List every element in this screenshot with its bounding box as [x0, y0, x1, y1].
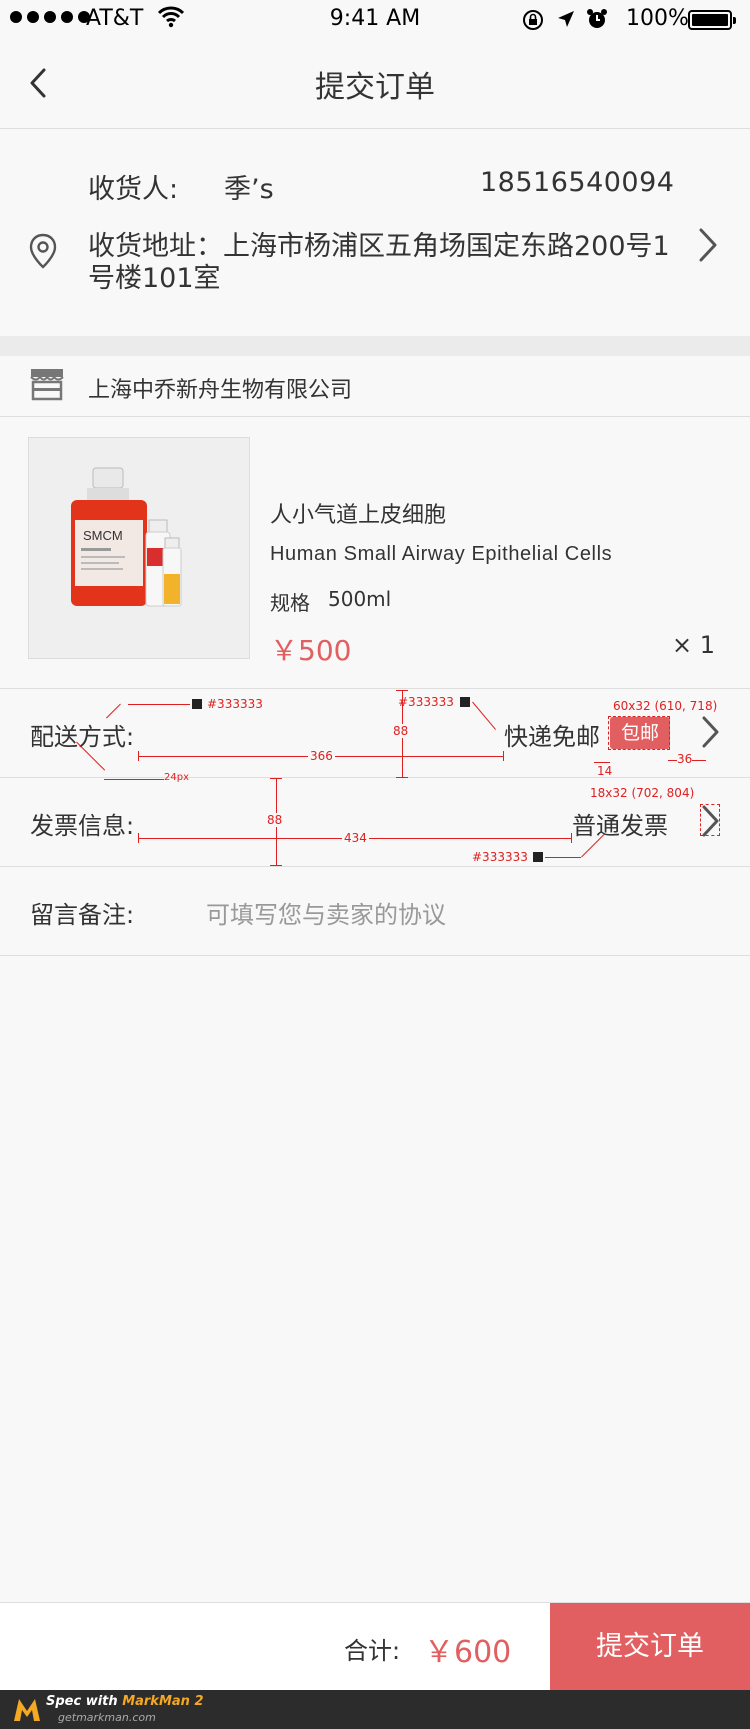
annotation-line: [270, 778, 282, 779]
height-annotation: 88: [393, 724, 409, 738]
product-price: ￥500: [270, 634, 352, 667]
battery-icon: [688, 10, 736, 30]
markman-product: MarkMan 2: [122, 1694, 204, 1709]
delivery-value: 快递免邮: [504, 723, 600, 751]
chevron-right-icon[interactable]: [696, 227, 720, 267]
width-annotation: 366: [308, 749, 335, 763]
annotation-line: [270, 865, 282, 866]
address-section[interactable]: 收货人: 季’s 18516540094 收货地址：上海市杨浦区五角场国定东路2…: [0, 129, 750, 336]
recipient-label: 收货人:: [88, 174, 179, 205]
annotation-line: [545, 857, 581, 858]
address-text: 收货地址：上海市杨浦区五角场国定东路200号1号楼101室: [88, 231, 670, 294]
chevron-right-icon[interactable]: [700, 715, 722, 753]
markman-logo-icon: [12, 1695, 42, 1725]
total-label: 合计:: [344, 1637, 401, 1665]
product-name-cn: 人小气道上皮细胞: [270, 503, 447, 528]
invoice-label: 发票信息:: [30, 812, 135, 840]
bottle-label: SMCM: [83, 528, 123, 543]
product-image: SMCM: [28, 437, 250, 659]
alarm-icon: [586, 8, 608, 36]
location-arrow-icon: [556, 9, 576, 35]
annotation-line: [104, 779, 164, 780]
color-annotation: #333333: [207, 697, 263, 711]
status-bar: AT&T 9:41 AM 100%: [0, 0, 750, 40]
markman-brand: Spec with MarkMan 2: [46, 1694, 204, 1709]
shop-name: 上海中乔新舟生物有限公司: [88, 378, 353, 403]
width-annotation: 434: [342, 831, 369, 845]
invoice-value: 普通发票: [572, 812, 668, 840]
markman-url: getmarkman.com: [58, 1711, 156, 1724]
store-icon: [28, 366, 66, 406]
height-annotation: 88: [267, 813, 283, 827]
annotation-line: [396, 690, 408, 691]
total-value: ￥600: [424, 1635, 512, 1670]
gap-annotation: 14: [597, 764, 613, 778]
annotation-line: [571, 833, 572, 843]
color-swatch: [460, 697, 470, 707]
product-quantity: × 1: [672, 631, 716, 659]
location-pin-icon: [28, 233, 58, 273]
submit-order-button[interactable]: 提交订单: [550, 1603, 750, 1691]
annotation-line: [138, 751, 139, 761]
annotation-line: [128, 704, 190, 705]
nav-bar: 提交订单: [0, 40, 750, 129]
battery-percent: 100%: [626, 6, 689, 31]
font-size-annotation: 24px: [164, 772, 189, 783]
markman-footer: Spec with MarkMan 2 getmarkman.com: [0, 1690, 750, 1729]
page-title: 提交订单: [315, 70, 435, 105]
spec-value: 500ml: [328, 587, 392, 611]
color-swatch: [533, 852, 543, 862]
color-annotation: #333333: [398, 695, 454, 709]
size-annotation: 60x32 (610, 718): [613, 699, 718, 713]
remark-row: 留言备注: 可填写您与卖家的协议: [0, 867, 750, 956]
annotation-box: [700, 804, 720, 836]
annotation-line: [503, 751, 504, 761]
recipient-phone: 18516540094: [480, 167, 675, 198]
color-swatch: [192, 699, 202, 709]
rotation-lock-icon: [522, 9, 544, 37]
spec-label: 规格: [270, 591, 310, 615]
product-name-en: Human Small Airway Epithelial Cells: [270, 543, 613, 565]
annotation-line: [138, 833, 139, 843]
annotation-line: [396, 777, 408, 778]
section-divider: [0, 336, 750, 356]
annotation-box: [608, 716, 670, 750]
size-annotation: 18x32 (702, 804): [590, 786, 695, 800]
color-annotation: #333333: [472, 850, 528, 864]
shop-row: 上海中乔新舟生物有限公司: [0, 356, 750, 417]
gap-annotation: 36: [677, 752, 693, 766]
annotation-line: [594, 762, 610, 763]
product-card[interactable]: SMCM 人小气道上皮细胞 Human Small Airway Epithel…: [0, 417, 750, 689]
checkout-bar: 合计: ￥600 提交订单: [0, 1602, 750, 1691]
remark-label: 留言备注:: [30, 901, 135, 929]
remark-input[interactable]: 可填写您与卖家的协议: [206, 895, 446, 930]
markman-brand-prefix: Spec with: [46, 1694, 118, 1709]
recipient-name: 季’s: [224, 174, 274, 205]
